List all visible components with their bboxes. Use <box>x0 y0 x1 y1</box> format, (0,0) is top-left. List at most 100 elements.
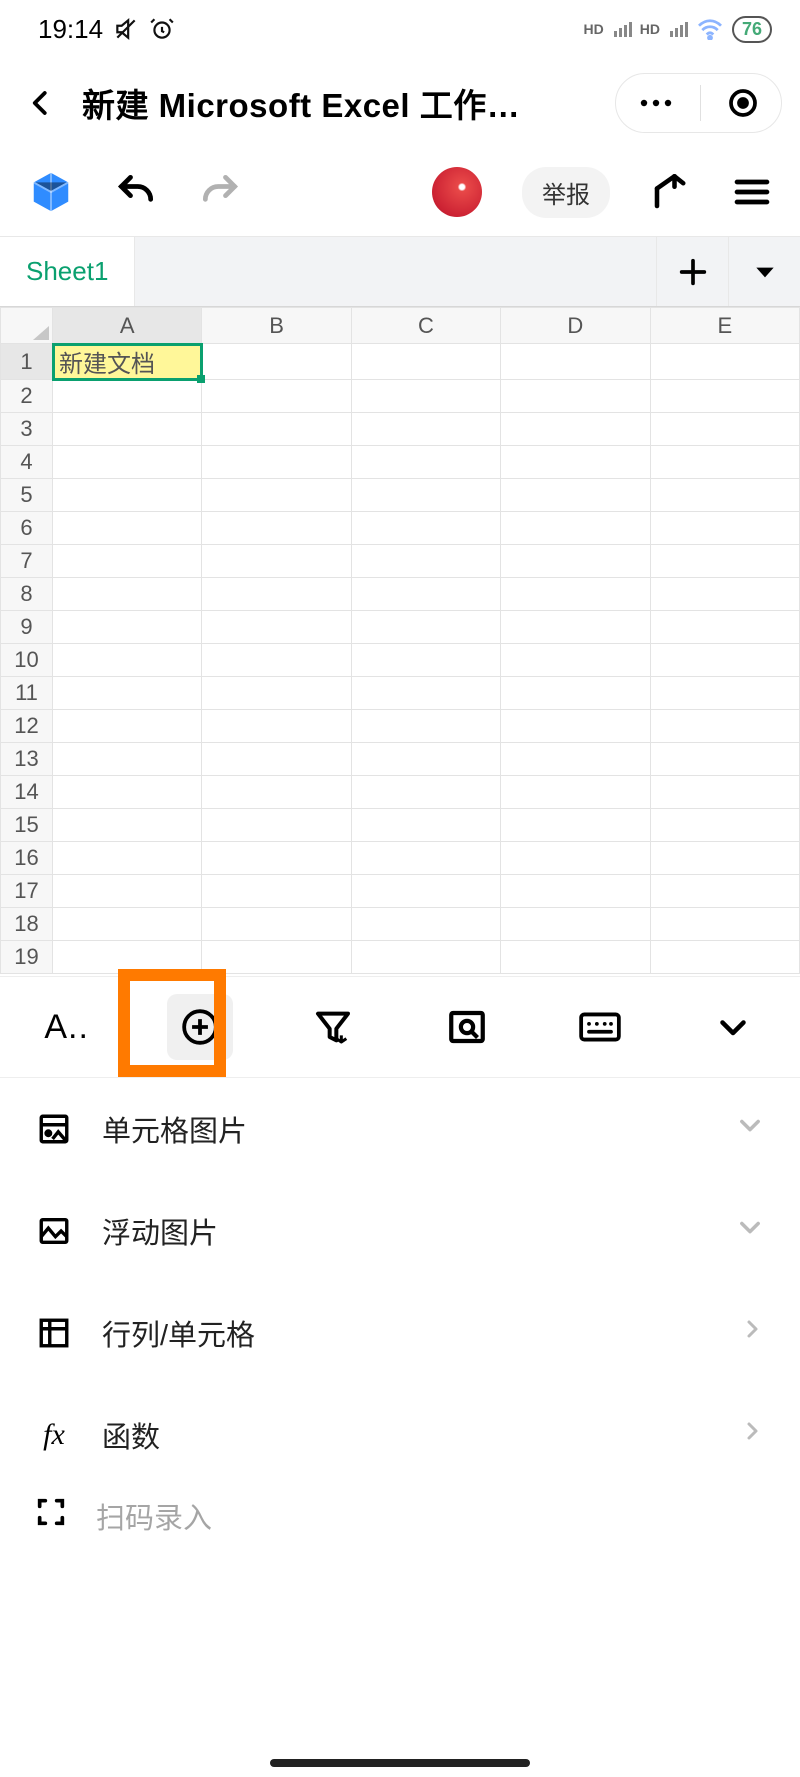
cell[interactable] <box>202 710 351 743</box>
cell[interactable] <box>650 380 799 413</box>
cell[interactable] <box>351 809 500 842</box>
cell[interactable] <box>501 512 650 545</box>
cell[interactable] <box>53 776 202 809</box>
row-header[interactable]: 3 <box>1 413 53 446</box>
col-header[interactable]: B <box>202 308 351 344</box>
cell[interactable] <box>501 842 650 875</box>
row-header[interactable]: 11 <box>1 677 53 710</box>
cell[interactable] <box>650 545 799 578</box>
sheet-tab-active[interactable]: Sheet1 <box>0 237 135 306</box>
cell[interactable] <box>53 908 202 941</box>
cell[interactable] <box>501 908 650 941</box>
cell[interactable] <box>650 842 799 875</box>
cell[interactable] <box>650 413 799 446</box>
cell[interactable] <box>650 710 799 743</box>
cell[interactable] <box>53 545 202 578</box>
cell[interactable] <box>650 512 799 545</box>
cell[interactable] <box>501 413 650 446</box>
cell[interactable] <box>351 512 500 545</box>
cell[interactable] <box>53 380 202 413</box>
cell[interactable] <box>202 875 351 908</box>
cell[interactable] <box>650 611 799 644</box>
share-button[interactable] <box>650 171 692 213</box>
cell[interactable] <box>351 908 500 941</box>
cell[interactable] <box>202 479 351 512</box>
cell[interactable] <box>351 611 500 644</box>
undo-button[interactable] <box>114 170 158 214</box>
cell[interactable] <box>650 344 799 380</box>
sheet-tabs-dropdown[interactable] <box>728 237 800 306</box>
row-header[interactable]: 6 <box>1 512 53 545</box>
find-tab-button[interactable] <box>400 977 533 1077</box>
cell[interactable] <box>53 677 202 710</box>
cell[interactable] <box>351 446 500 479</box>
cell[interactable] <box>501 644 650 677</box>
cell[interactable] <box>202 545 351 578</box>
cell[interactable] <box>202 512 351 545</box>
cell[interactable] <box>53 611 202 644</box>
cell[interactable] <box>351 941 500 974</box>
cell[interactable] <box>501 446 650 479</box>
row-header[interactable]: 18 <box>1 908 53 941</box>
cell[interactable] <box>351 344 500 380</box>
cell[interactable] <box>650 446 799 479</box>
cell[interactable] <box>501 743 650 776</box>
menu-item[interactable]: 浮动图片 <box>0 1180 800 1282</box>
cell[interactable] <box>501 941 650 974</box>
cell[interactable] <box>351 710 500 743</box>
cell[interactable] <box>650 578 799 611</box>
col-header[interactable]: E <box>650 308 799 344</box>
cell[interactable] <box>53 446 202 479</box>
cell[interactable] <box>53 743 202 776</box>
cell[interactable] <box>202 677 351 710</box>
cell[interactable] <box>351 380 500 413</box>
cell[interactable] <box>650 743 799 776</box>
cell[interactable] <box>53 413 202 446</box>
menu-item-partial[interactable]: 扫码录入 <box>0 1486 800 1546</box>
cell[interactable] <box>650 677 799 710</box>
cell[interactable] <box>351 677 500 710</box>
filter-tab-button[interactable] <box>267 977 400 1077</box>
col-header[interactable]: C <box>351 308 500 344</box>
more-button[interactable] <box>638 97 674 109</box>
cell[interactable] <box>202 611 351 644</box>
cell[interactable] <box>501 611 650 644</box>
add-sheet-button[interactable] <box>656 237 728 306</box>
cell[interactable] <box>53 644 202 677</box>
cell-selected[interactable]: 新建文档 <box>53 344 202 380</box>
target-button[interactable] <box>727 87 759 119</box>
cell[interactable] <box>501 344 650 380</box>
cell[interactable] <box>202 344 351 380</box>
cell[interactable] <box>650 479 799 512</box>
keyboard-tab-button[interactable] <box>533 977 666 1077</box>
row-header[interactable]: 19 <box>1 941 53 974</box>
cell[interactable] <box>650 776 799 809</box>
row-header[interactable]: 4 <box>1 446 53 479</box>
cell[interactable] <box>501 809 650 842</box>
cell[interactable] <box>202 578 351 611</box>
grid-corner[interactable] <box>1 308 53 344</box>
row-header[interactable]: 2 <box>1 380 53 413</box>
insert-tab-button[interactable] <box>133 977 266 1077</box>
cell[interactable] <box>650 908 799 941</box>
menu-item[interactable]: 行列/单元格 <box>0 1282 800 1384</box>
row-header[interactable]: 12 <box>1 710 53 743</box>
row-header[interactable]: 7 <box>1 545 53 578</box>
cell[interactable] <box>351 413 500 446</box>
cell[interactable] <box>53 578 202 611</box>
redo-button[interactable] <box>198 170 242 214</box>
cell[interactable] <box>202 413 351 446</box>
cell[interactable] <box>351 743 500 776</box>
menu-item[interactable]: fx函数 <box>0 1384 800 1486</box>
cell[interactable] <box>351 545 500 578</box>
spreadsheet-grid[interactable]: ABCDE1新建文档2345678910111213141516171819 <box>0 306 800 976</box>
row-header[interactable]: 5 <box>1 479 53 512</box>
cell[interactable] <box>351 644 500 677</box>
cell[interactable] <box>501 578 650 611</box>
cell[interactable] <box>202 809 351 842</box>
cell[interactable] <box>202 941 351 974</box>
row-header[interactable]: 8 <box>1 578 53 611</box>
cell[interactable] <box>53 512 202 545</box>
cell[interactable] <box>202 776 351 809</box>
cell[interactable] <box>202 380 351 413</box>
